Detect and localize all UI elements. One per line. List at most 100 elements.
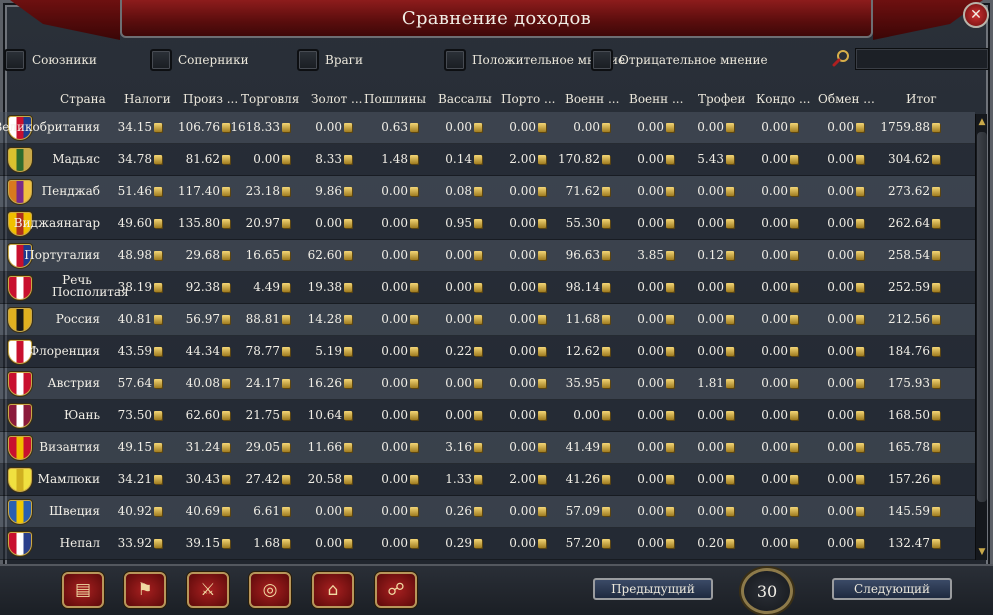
cell-value: 0.00 xyxy=(697,472,724,486)
previous-button[interactable]: Предыдущий xyxy=(593,578,713,600)
table-row[interactable]: Пенджаб 51.46 117.40 23.18 9.86 0.00 0.08 0.00 7… xyxy=(0,176,975,208)
scroll-thumb[interactable] xyxy=(977,132,987,502)
gold-coin-icon xyxy=(282,475,290,484)
table-row[interactable]: Юань 73.50 62.60 21.75 10.64 0.00 0.00 0.00 0.00… xyxy=(0,400,975,432)
gold-coin-icon xyxy=(856,123,864,132)
gold-coin-icon xyxy=(410,283,418,292)
cell-value: 92.38 xyxy=(185,280,220,294)
gold-coin-icon xyxy=(538,251,546,260)
table-cell: 0.00 xyxy=(509,248,546,262)
table-row[interactable]: Флоренция 43.59 44.34 78.77 5.19 0.00 0.22 0.00… xyxy=(0,336,975,368)
column-header[interactable]: Обмен ... xyxy=(818,92,875,106)
page-number-value: 30 xyxy=(756,581,778,601)
tab-flag[interactable]: ⚑ xyxy=(124,572,166,608)
table-row[interactable]: Великобритания 34.15 106.76 1618.33 0.00 0.63… xyxy=(0,112,975,144)
tab-income[interactable]: ◎ xyxy=(249,572,291,608)
cell-value: 0.00 xyxy=(509,440,536,454)
table-row[interactable]: Португалия 48.98 29.68 16.65 62.60 0.00 0.00 0.… xyxy=(0,240,975,272)
table-cell: 0.14 xyxy=(445,152,482,166)
cell-value: 62.60 xyxy=(185,408,220,422)
cell-value: 0.00 xyxy=(761,120,788,134)
table-cell: 5.19 xyxy=(315,344,352,358)
column-header[interactable]: Кондо ... xyxy=(756,92,810,106)
table-cell: 0.00 xyxy=(761,120,798,134)
table-row[interactable]: Непал 33.92 39.15 1.68 0.00 0.00 0.29 0.00 57.20… xyxy=(0,528,975,560)
column-header[interactable]: Пошлины xyxy=(364,92,426,106)
cell-value: 0.20 xyxy=(697,536,724,550)
table-cell: 49.15 xyxy=(118,440,162,454)
cell-value: 5.19 xyxy=(315,344,342,358)
search-input[interactable] xyxy=(855,48,989,70)
gold-coin-icon xyxy=(726,347,734,356)
checkbox[interactable] xyxy=(444,49,466,71)
cell-value: 0.00 xyxy=(445,376,472,390)
page-number: 30 xyxy=(741,568,793,614)
filter-rivals[interactable]: Соперники xyxy=(150,48,249,72)
table-row[interactable]: Мадьяс 34.78 81.62 0.00 8.33 1.48 0.14 2.00 170.… xyxy=(0,144,975,176)
next-button[interactable]: Следующий xyxy=(832,578,952,600)
column-header[interactable]: Страна xyxy=(60,92,106,106)
cell-value: 0.00 xyxy=(697,408,724,422)
table-row[interactable]: Швеция 40.92 40.69 6.61 0.00 0.00 0.26 0.00 57.0… xyxy=(0,496,975,528)
table-cell: 0.00 xyxy=(827,504,864,518)
checkbox[interactable] xyxy=(297,49,319,71)
gold-coin-icon xyxy=(344,539,352,548)
country-name: Византия xyxy=(39,440,100,454)
table-row[interactable]: Россия 40.81 56.97 88.81 14.28 0.00 0.00 0.00 11… xyxy=(0,304,975,336)
scrollbar[interactable]: ▲ ▼ xyxy=(975,114,987,560)
table-cell: 0.00 xyxy=(761,248,798,262)
tab-military[interactable]: ⚔ xyxy=(187,572,229,608)
table-row[interactable]: Мамлюки 34.21 30.43 27.42 20.58 0.00 1.33 2.00 4… xyxy=(0,464,975,496)
checkbox[interactable] xyxy=(150,49,172,71)
table-cell: 0.00 xyxy=(509,312,546,326)
cell-value: 21.75 xyxy=(245,408,280,422)
gold-coin-icon xyxy=(344,123,352,132)
filter-allies[interactable]: Союзники xyxy=(4,48,97,72)
gold-coin-icon xyxy=(222,379,230,388)
country-flag-icon xyxy=(8,308,32,332)
table-row[interactable]: Виджаянагар 49.60 135.80 20.97 0.00 0.00 0.95 0… xyxy=(0,208,975,240)
column-header[interactable]: Золот ... xyxy=(311,92,362,106)
gold-coin-icon xyxy=(538,539,546,548)
table-cell: 21.75 xyxy=(246,408,290,422)
gold-coin-icon xyxy=(538,379,546,388)
column-header[interactable]: Порто ... xyxy=(501,92,556,106)
close-button[interactable]: ✕ xyxy=(963,2,989,28)
tab-ledger[interactable]: ▤ xyxy=(62,572,104,608)
table-cell: 0.00 xyxy=(697,280,734,294)
window-title: Сравнение доходов xyxy=(401,7,592,29)
column-header[interactable]: Налоги xyxy=(124,92,171,106)
scroll-up-arrow-icon[interactable]: ▲ xyxy=(976,114,988,130)
table-cell: 3.85 xyxy=(637,248,674,262)
search-icon[interactable] xyxy=(832,49,850,67)
tab-diplomacy[interactable]: ☍ xyxy=(375,572,417,608)
column-header[interactable]: Трофеи xyxy=(698,92,745,106)
column-header[interactable]: Итог xyxy=(906,92,937,106)
cell-value: 0.00 xyxy=(381,376,408,390)
cell-value: 0.00 xyxy=(697,344,724,358)
column-header[interactable]: Произ ... xyxy=(183,92,238,106)
table-row[interactable]: Византия 49.15 31.24 29.05 11.66 0.00 3.16 0.00… xyxy=(0,432,975,464)
table-row[interactable]: Речь Посполитая 38.19 92.38 4.49 19.38 0.00 0.… xyxy=(0,272,975,304)
cell-value: 30.43 xyxy=(185,472,220,486)
checkbox[interactable] xyxy=(591,49,613,71)
table-cell: 11.68 xyxy=(566,312,610,326)
filter-negative-opinion[interactable]: Отрицательное мнение xyxy=(591,48,768,72)
cell-value: 175.93 xyxy=(888,376,930,390)
column-header[interactable]: Вассалы xyxy=(438,92,492,106)
scroll-down-arrow-icon[interactable]: ▼ xyxy=(976,544,988,560)
filter-enemies[interactable]: Враги xyxy=(297,48,363,72)
gold-coin-icon xyxy=(856,443,864,452)
checkbox[interactable] xyxy=(4,49,26,71)
column-header[interactable]: Военн ... xyxy=(629,92,683,106)
gold-coin-icon xyxy=(726,155,734,164)
tab-buildings[interactable]: ⌂ xyxy=(312,572,354,608)
table-cell: 0.00 xyxy=(445,408,482,422)
column-header[interactable]: Военн ... xyxy=(565,92,619,106)
table-row[interactable]: Австрия 57.64 40.08 24.17 16.26 0.00 0.00 0.00 3… xyxy=(0,368,975,400)
column-header[interactable]: Торговля xyxy=(241,92,299,106)
gold-coin-icon xyxy=(602,155,610,164)
cell-value: 0.00 xyxy=(253,152,280,166)
gold-coin-icon xyxy=(344,443,352,452)
ledger-icon: ▤ xyxy=(74,580,92,600)
